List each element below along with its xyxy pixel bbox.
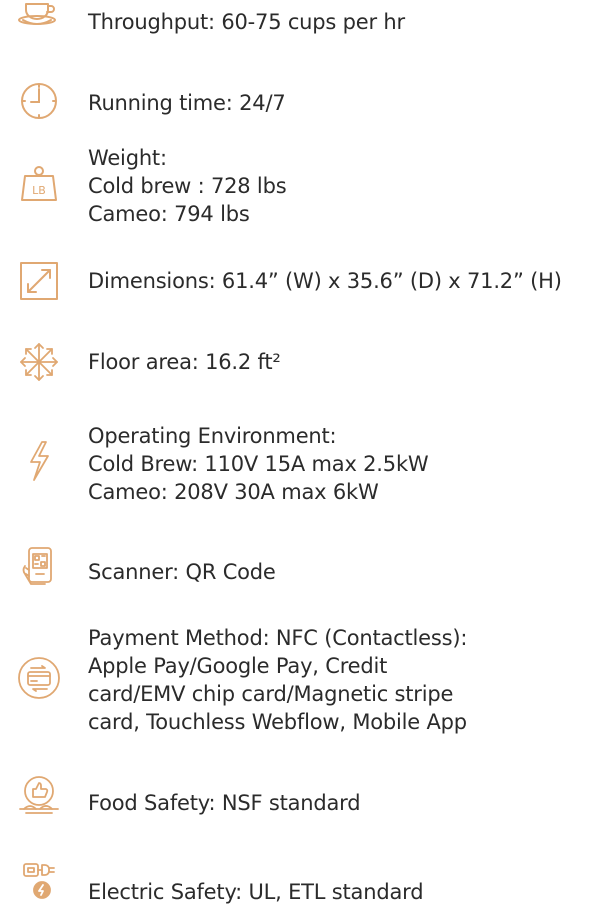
spec-text: Dimensions: 61.4” (W) x 35.6” (D) x 71.2… <box>88 267 562 295</box>
spec-line: Electric Safety: UL, ETL standard <box>88 880 424 904</box>
weight-icon: LB <box>16 162 62 208</box>
coffee-cup-icon <box>16 0 62 40</box>
spec-line: card/EMV chip card/Magnetic stripe <box>88 682 454 706</box>
food-safety-icon <box>16 773 62 819</box>
svg-text:LB: LB <box>32 184 46 197</box>
spec-text: Scanner: QR Code <box>88 558 276 586</box>
spec-line: Cameo: 794 lbs <box>88 202 250 226</box>
floor-area-arrows-icon <box>16 339 62 385</box>
payment-card-icon <box>16 655 62 701</box>
spec-line: Cameo: 208V 30A max 6kW <box>88 480 379 504</box>
spec-line: Dimensions: 61.4” (W) x 35.6” (D) x 71.2… <box>88 269 562 293</box>
spec-text: Food Safety: NSF standard <box>88 789 361 817</box>
spec-line: Throughput: 60-75 cups per hr <box>88 10 405 34</box>
spec-line: Food Safety: NSF standard <box>88 791 361 815</box>
spec-text: Weight: Cold brew : 728 lbs Cameo: 794 l… <box>88 144 287 228</box>
spec-line: Weight: <box>88 146 167 170</box>
spec-line: Operating Environment: <box>88 424 337 448</box>
spec-line: Scanner: QR Code <box>88 560 276 584</box>
spec-line: Apple Pay/Google Pay, Credit <box>88 654 388 678</box>
spec-line: card, Touchless Webflow, Mobile App <box>88 710 467 734</box>
spec-line: Cold brew : 728 lbs <box>88 174 287 198</box>
dimensions-arrow-icon <box>16 258 62 304</box>
spec-line: Running time: 24/7 <box>88 91 286 115</box>
spec-text: Throughput: 60-75 cups per hr <box>88 8 405 36</box>
lightning-bolt-icon <box>16 438 62 484</box>
spec-text: Payment Method: NFC (Contactless): Apple… <box>88 624 467 736</box>
qr-scanner-phone-icon <box>16 544 62 590</box>
spec-text: Running time: 24/7 <box>88 89 286 117</box>
spec-line: Floor area: 16.2 ft² <box>88 350 281 374</box>
spec-line: Cold Brew: 110V 15A max 2.5kW <box>88 452 429 476</box>
electric-plug-icon <box>16 858 62 904</box>
spec-text: Floor area: 16.2 ft² <box>88 348 281 376</box>
spec-text: Electric Safety: UL, ETL standard <box>88 878 424 906</box>
clock-icon <box>16 78 62 124</box>
spec-line: Payment Method: NFC (Contactless): <box>88 626 468 650</box>
spec-text: Operating Environment: Cold Brew: 110V 1… <box>88 422 429 506</box>
